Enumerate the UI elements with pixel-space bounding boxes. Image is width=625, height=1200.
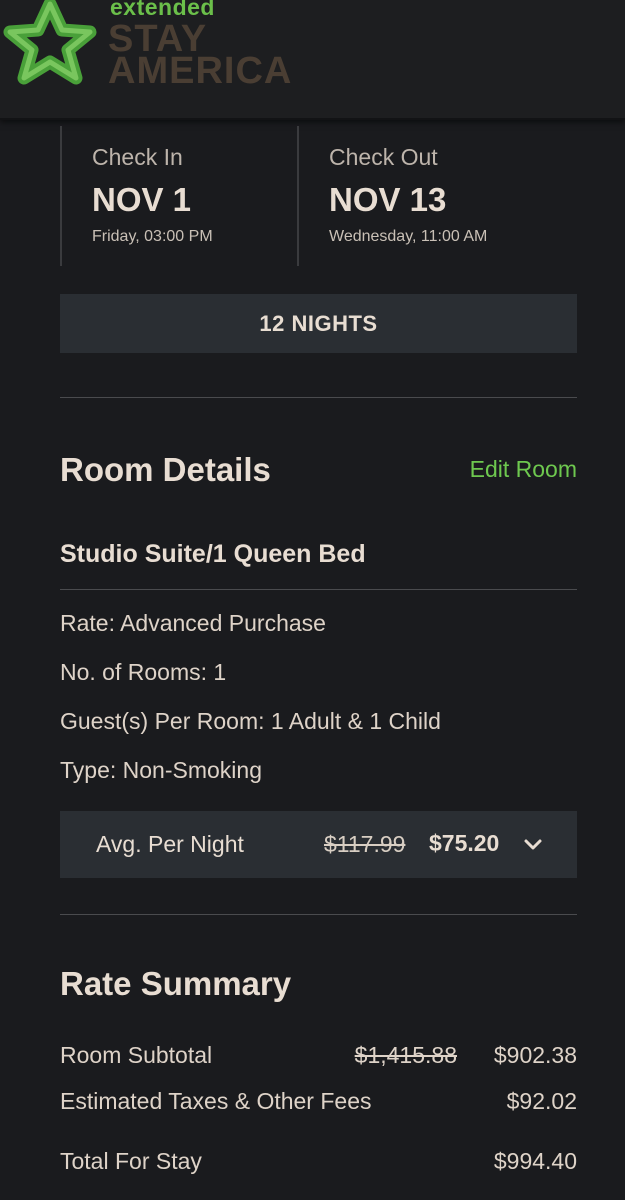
check-out-label: Check Out: [329, 144, 438, 170]
taxes-label: Estimated Taxes & Other Fees: [60, 1088, 372, 1114]
brand-america: AMERICA: [108, 50, 293, 92]
rate-plan: Rate: Advanced Purchase: [60, 610, 326, 636]
section-divider: [60, 397, 577, 398]
check-out-block: Check Out NOV 13 Wednesday, 11:00 AM: [297, 126, 579, 266]
site-header: extended STAY AMERICA: [0, 0, 625, 120]
section-divider: [60, 914, 577, 915]
nights-count: 12 NIGHTS: [60, 294, 577, 353]
taxes-value: $92.02: [506, 1088, 577, 1114]
total-row: Total For Stay $994.40: [60, 1148, 577, 1178]
avg-per-night-toggle[interactable]: Avg. Per Night $117.99 $75.20: [60, 811, 577, 878]
chevron-down-icon[interactable]: [523, 835, 543, 855]
room-details-title: Room Details: [60, 451, 271, 488]
room-subtotal-value: $902.38: [493, 1042, 577, 1068]
guests-per-room: Guest(s) Per Room: 1 Adult & 1 Child: [60, 708, 441, 734]
room-subtotal-row: Room Subtotal $1,415.88 $902.38: [60, 1042, 577, 1072]
edit-room-link[interactable]: Edit Room: [470, 456, 577, 483]
avg-discounted-price: $75.20: [429, 830, 500, 856]
check-out-detail: Wednesday, 11:00 AM: [329, 228, 488, 245]
avg-original-price: $117.99: [324, 831, 406, 857]
total-label: Total For Stay: [60, 1148, 202, 1174]
rate-summary-title: Rate Summary: [60, 965, 292, 1002]
taxes-row: Estimated Taxes & Other Fees $92.02: [60, 1088, 577, 1118]
room-count: No. of Rooms: 1: [60, 659, 227, 685]
star-logo-icon[interactable]: [0, 0, 100, 86]
room-subtotal-label: Room Subtotal: [60, 1042, 213, 1068]
room-name: Studio Suite/1 Queen Bed: [60, 540, 366, 568]
check-in-date: NOV 1: [92, 181, 192, 218]
stay-dates: Check In NOV 1 Friday, 03:00 PM Check Ou…: [60, 126, 577, 266]
check-out-date: NOV 13: [329, 181, 447, 218]
room-type: Type: Non-Smoking: [60, 757, 262, 783]
avg-per-night-label: Avg. Per Night: [96, 831, 244, 857]
room-name-divider: [60, 589, 577, 590]
check-in-detail: Friday, 03:00 PM: [92, 228, 213, 245]
room-subtotal-original: $1,415.88: [354, 1042, 457, 1068]
total-value: $994.40: [493, 1148, 577, 1174]
check-in-label: Check In: [92, 144, 183, 170]
check-in-block: Check In NOV 1 Friday, 03:00 PM: [60, 126, 298, 266]
